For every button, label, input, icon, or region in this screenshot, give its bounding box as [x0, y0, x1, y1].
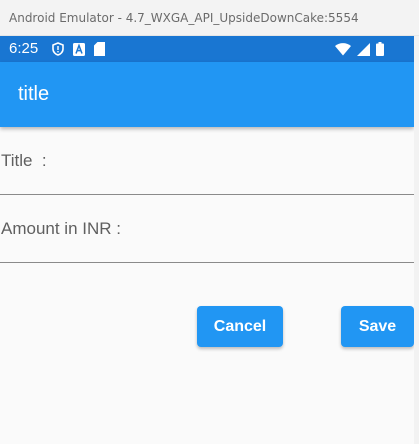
emulator-window-title: Android Emulator - 4.7_WXGA_API_UpsideDo… [0, 0, 419, 36]
cancel-button[interactable]: Cancel [197, 306, 283, 347]
app-bar: title [0, 62, 414, 127]
amount-input[interactable] [0, 195, 414, 262]
device-frame-edge [414, 36, 419, 444]
battery-icon [376, 42, 384, 56]
wifi-icon [335, 42, 351, 56]
title-input[interactable] [0, 127, 414, 194]
expense-form: Title : Amount in INR : Cancel Save [0, 127, 414, 444]
signal-icon [357, 42, 370, 56]
title-field[interactable]: Title : [0, 127, 414, 195]
status-bar: 6:25 [0, 36, 414, 62]
save-button[interactable]: Save [341, 306, 414, 347]
status-right-icons [335, 41, 384, 57]
a-icon [73, 42, 85, 56]
device-screen: 6:25 title Title: Amount in INR: Cance… [0, 36, 414, 444]
status-left-icons [52, 41, 105, 57]
shield-icon [52, 42, 64, 56]
status-time: 6:25 [9, 40, 39, 57]
sd-card-icon [94, 42, 105, 56]
page-title: title [18, 83, 50, 105]
amount-field[interactable]: Amount in INR : [0, 195, 414, 263]
